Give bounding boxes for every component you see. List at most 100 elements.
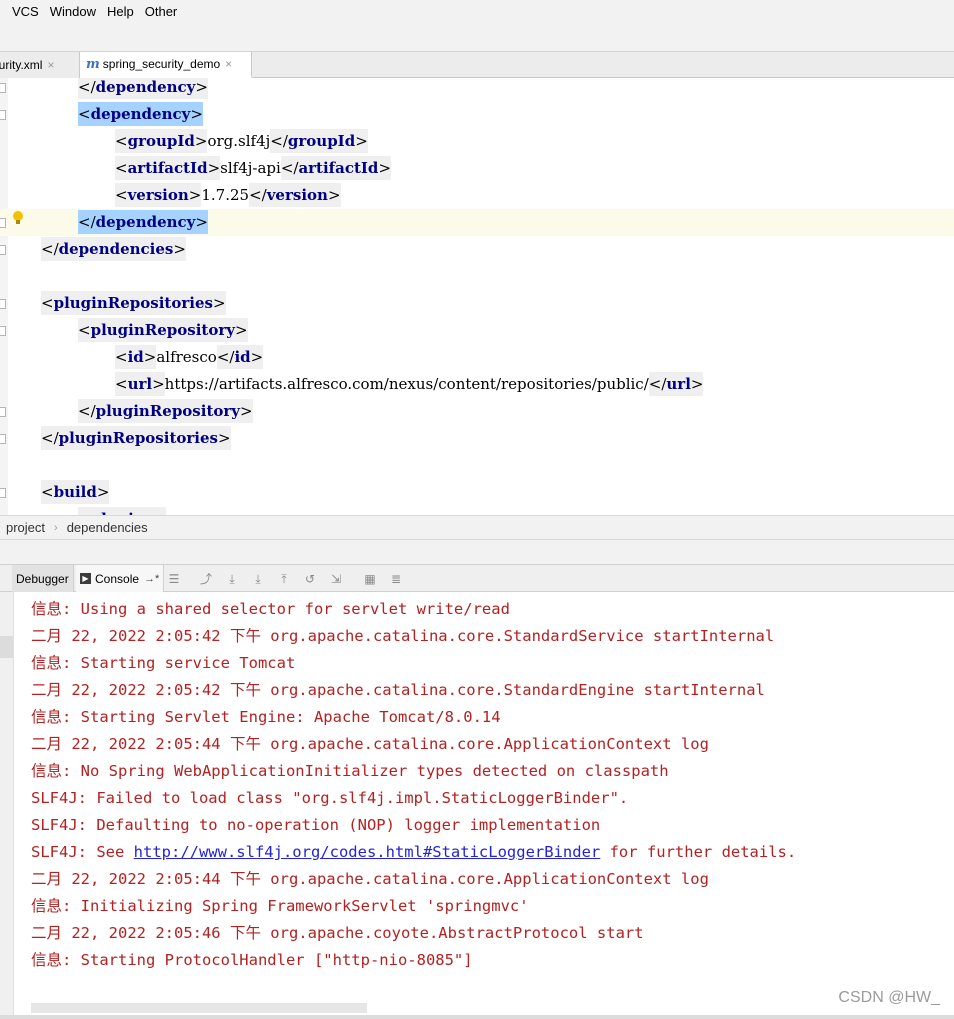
xml-bracket: </ [78,402,96,420]
watermark: CSDN @HW_ [838,989,940,1006]
code-line-content: <id>alfresco</id> [115,344,264,371]
close-icon[interactable]: × [225,57,232,71]
evaluate-expression-icon[interactable]: ▦ [362,571,378,587]
xml-bracket: > [250,348,264,366]
console-line-text: 二月 22, 2022 2:05:44 下午 org.apache.catali… [31,870,709,888]
code-line: </pluginRepository> [0,398,954,425]
tab-console[interactable]: ▶ Console →* [76,565,165,592]
console-line-text: 信息: Starting Servlet Engine: Apache Tomc… [31,708,501,726]
xml-text-value: 1.7.25 [201,186,250,204]
code-line: <build> [0,479,954,506]
fold-marker-icon[interactable] [0,407,6,417]
lightbulb-icon[interactable] [12,210,24,226]
breadcrumb-item-dependencies[interactable]: dependencies [67,520,148,535]
xml-tag: <pluginRepository> [78,318,248,342]
xml-tag: </groupId> [270,129,368,153]
xml-bracket: < [115,375,128,393]
menu-window[interactable]: Window [50,4,96,19]
xml-bracket: > [190,105,203,123]
tab-label: spring_security_demo [102,57,221,71]
code-line: <groupId>org.slf4j</groupId> [0,128,954,155]
xml-bracket: > [195,213,208,231]
console-line: 信息: Initializing Spring FrameworkServlet… [31,893,529,920]
code-line-content: <url>https://artifacts.alfresco.com/nexu… [115,371,704,398]
code-line-content: </dependencies> [41,236,186,263]
drop-frame-icon[interactable]: ↺ [302,571,318,587]
tab-spring-security-demo[interactable]: m spring_security_demo × [80,52,252,78]
fold-marker-icon[interactable] [0,83,6,93]
console-line: 二月 22, 2022 2:05:44 下午 org.apache.catali… [31,731,709,758]
xml-bracket: </ [648,375,667,393]
fold-marker-icon[interactable] [0,245,6,255]
console-line-text: 信息: No Spring WebApplicationInitializer … [31,762,669,780]
xml-text-value: slf4j-api [220,159,281,177]
code-line-content: </dependency> [78,78,208,101]
code-line-content: <pluginRepositories> [41,290,226,317]
xml-tag-name: version [266,186,328,204]
xml-tag-name: dependency [95,78,196,96]
breadcrumb-item-project[interactable]: project [6,520,45,535]
show-execution-point-icon[interactable]: ⤴ [198,571,214,587]
fold-marker-icon[interactable] [0,218,6,228]
console-line-text: 信息: Starting service Tomcat [31,654,296,672]
xml-tag-name: id [127,348,144,366]
console-line: SLF4J: Defaulting to no-operation (NOP) … [31,812,600,839]
trace-icon[interactable]: ≣ [388,571,404,587]
xml-tag: <plugins> [78,507,166,515]
console-gutter [0,592,14,1019]
xml-tag-name: url [127,375,153,393]
xml-bracket: > [96,483,110,501]
step-into-icon[interactable]: ⤓ [250,571,266,587]
console-line: SLF4J: Failed to load class "org.slf4j.i… [31,785,628,812]
code-line-content: </dependency> [78,209,208,236]
step-out-icon[interactable]: ⤒ [276,571,292,587]
code-line: <url>https://artifacts.alfresco.com/nexu… [0,371,954,398]
fold-marker-icon[interactable] [0,488,6,498]
xml-text-value: alfresco [156,348,217,366]
console-line-text: 二月 22, 2022 2:05:46 下午 org.apache.coyote… [31,924,644,942]
xml-bracket: </ [280,159,299,177]
xml-bracket: < [115,132,128,150]
breadcrumb: project › dependencies [0,515,954,540]
xml-tag: </pluginRepository> [78,399,253,423]
xml-tag-name: id [234,348,251,366]
menu-help[interactable]: Help [107,4,134,19]
code-line: <dependency> [0,101,954,128]
console-output[interactable]: 信息: Using a shared selector for servlet … [0,592,954,1019]
console-line: 信息: Starting ProtocolHandler ["http-nio-… [31,947,473,974]
xml-bracket: </ [78,213,96,231]
menu-lines-icon[interactable]: ☰ [166,571,182,587]
fold-marker-icon[interactable] [0,110,6,120]
xml-bracket: </ [270,132,288,150]
main-toolbar [0,23,954,52]
xml-bracket: > [195,78,208,96]
run-to-cursor-icon[interactable]: ⇲ [328,571,344,587]
step-over-icon[interactable]: ⤓ [224,571,240,587]
xml-tag-name: pluginRepository [90,321,235,339]
panel-divider [0,540,954,564]
code-editor[interactable]: </dependency> <dependency> <groupId>org.sl… [0,78,954,515]
menu-vcs[interactable]: VCS [12,4,39,19]
console-link[interactable]: http://www.slf4j.org/codes.html#StaticLo… [134,843,601,861]
console-line: 信息: Using a shared selector for servlet … [31,596,510,623]
horizontal-scrollbar[interactable] [31,1003,367,1013]
xml-bracket: > [143,348,157,366]
pin-icon[interactable]: →* [144,573,159,585]
fold-marker-icon[interactable] [0,434,6,444]
xml-bracket: > [152,375,165,393]
xml-tag: <artifactId> [115,156,221,180]
tab-security-xml[interactable]: ecurity.xml × [0,52,80,78]
menu-other[interactable]: Other [145,4,178,19]
close-icon[interactable]: × [47,58,54,72]
xml-bracket: < [115,186,128,204]
xml-tag: <url> [115,372,165,396]
console-line-text: for further details. [600,843,797,861]
maven-icon: m [86,56,100,72]
xml-tag-name: pluginRepositories [53,294,213,312]
tab-debugger[interactable]: Debugger [12,565,74,592]
console-line-text: 信息: Using a shared selector for servlet … [31,600,510,618]
fold-marker-icon[interactable] [0,299,6,309]
fold-marker-icon[interactable] [0,326,6,336]
